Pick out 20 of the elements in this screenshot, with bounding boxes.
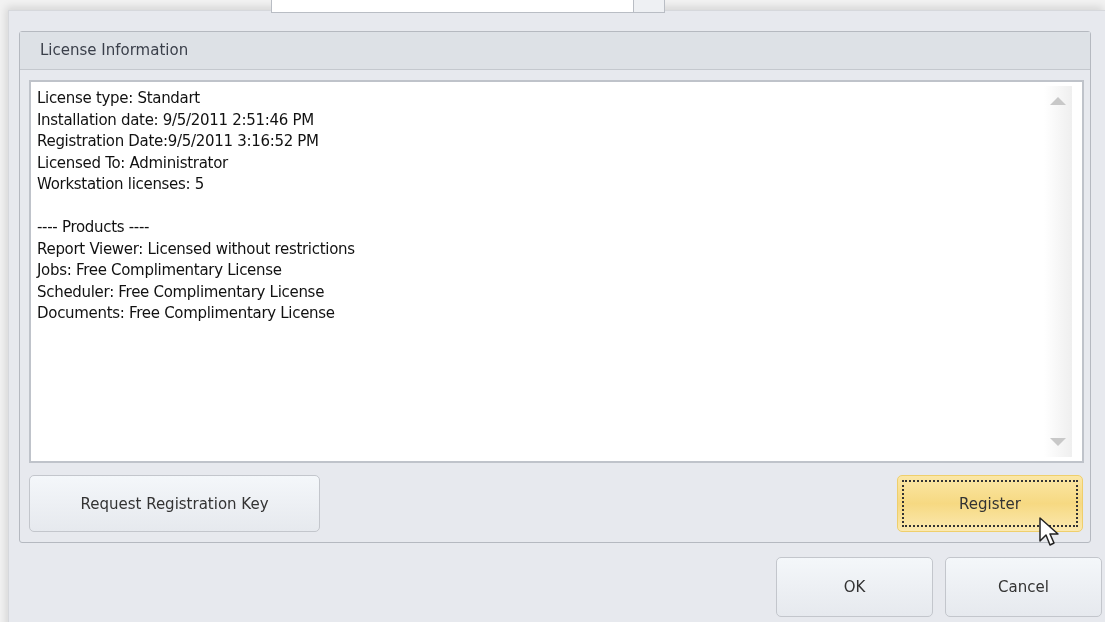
- license-info-line: ---- Products ----: [37, 217, 151, 238]
- license-info-line: Licensed To: Administrator: [37, 152, 230, 174]
- license-info-line: Documents: Free Complimentary License: [37, 303, 336, 324]
- combo-box[interactable]: [271, 0, 665, 13]
- request-key-button[interactable]: Request Registration Key: [29, 475, 320, 532]
- group-title: License Information: [20, 32, 1090, 70]
- cancel-button[interactable]: Cancel: [945, 557, 1102, 617]
- mouse-cursor-icon: [1039, 517, 1061, 549]
- license-info-line: Report Viewer: Licensed without restrictions: [37, 238, 356, 260]
- scroll-up-icon[interactable]: [1050, 96, 1066, 105]
- ok-button[interactable]: OK: [776, 557, 933, 617]
- license-info-line: License type: Standart: [37, 88, 201, 109]
- license-info-line: Scheduler: Free Complimentary License: [37, 281, 326, 303]
- license-text-area[interactable]: [29, 80, 1084, 463]
- register-button[interactable]: Register: [897, 475, 1083, 532]
- license-info-line: Registration Date:9/5/2011 3:16:52 PM: [37, 131, 320, 152]
- license-info-line: Installation date: 9/5/2011 2:51:46 PM: [37, 109, 315, 131]
- license-info-line: Jobs: Free Complimentary License: [37, 260, 283, 281]
- license-info-line: Workstation licenses: 5: [37, 174, 205, 195]
- scroll-down-icon[interactable]: [1050, 438, 1066, 447]
